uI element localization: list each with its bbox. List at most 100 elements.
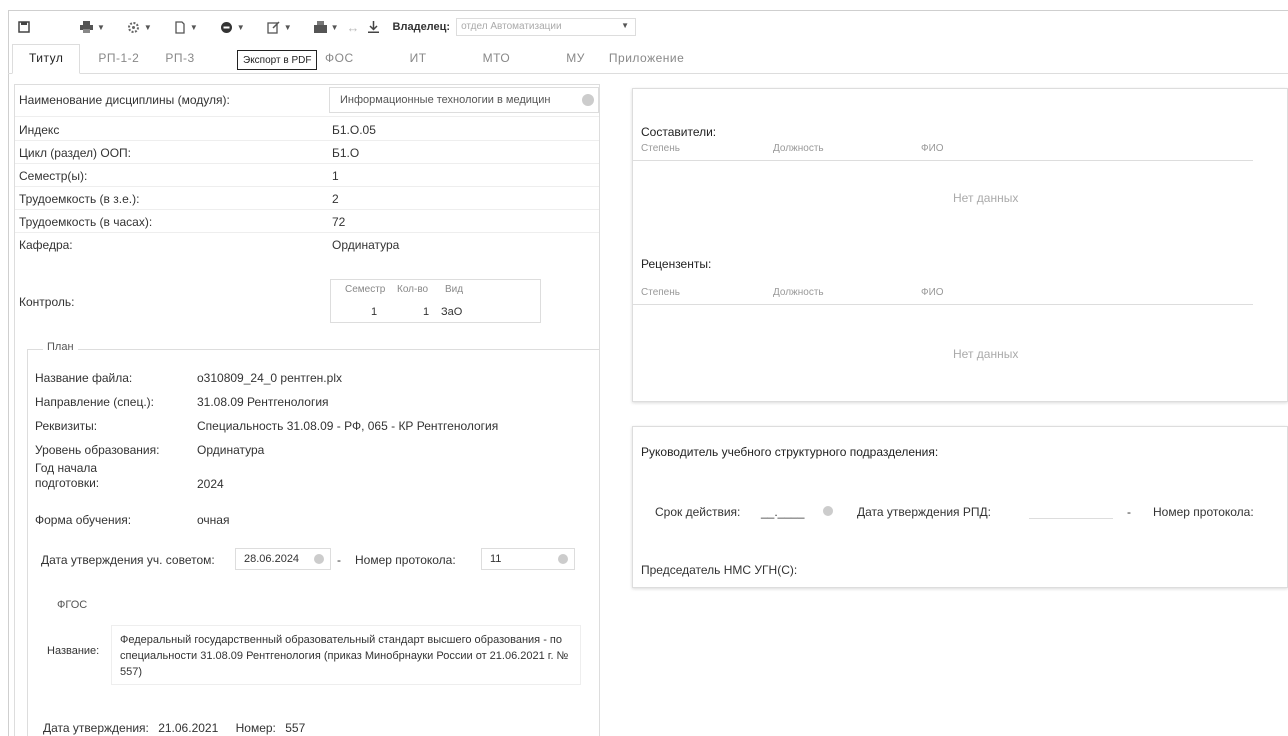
index-row: Индекс Б1.О.05: [15, 119, 599, 141]
tab-rp-1-2[interactable]: РП-1-2: [80, 43, 165, 73]
tab-it[interactable]: ИТ: [410, 43, 483, 73]
fgos-name-label: Название:: [47, 645, 100, 657]
reviewers-empty: Нет данных: [953, 347, 1019, 361]
chairman-label: Председатель НМС УГН(С):: [641, 563, 798, 577]
semester-label: Семестр(ы):: [19, 169, 88, 183]
plan-requisites-label: Реквизиты:: [35, 419, 98, 433]
discipline-name-value: Информационные технологии в медицин: [340, 94, 551, 106]
circle-menu-icon[interactable]: ▼: [216, 16, 249, 38]
settings-icon[interactable]: ▼: [123, 16, 156, 38]
authors-col-position: Должность: [773, 143, 824, 154]
plan-direction-label: Направление (спец.):: [35, 395, 155, 409]
fgos-number-value: 557: [285, 721, 306, 735]
validity-label: Срок действия:: [655, 505, 741, 519]
toolbar: ▼ ▼ ▼ ▼ ▼ ▼ ↔ Владелец: отдел Автоматиза…: [8, 10, 1288, 44]
arrows-icon[interactable]: ↔: [343, 16, 364, 38]
cycle-row: Цикл (раздел) ООП: Б1.О: [15, 142, 599, 164]
plan-year-label: Год начала подготовки:: [35, 461, 100, 490]
plan-level-label: Уровень образования:: [35, 443, 160, 457]
protocol-value: 11: [490, 553, 502, 565]
credits-row: Трудоемкость (в з.е.): 2: [15, 188, 599, 210]
tab-rp-3[interactable]: РП-3: [165, 43, 220, 73]
tab-mto[interactable]: МТО: [483, 43, 567, 73]
save-icon[interactable]: [14, 16, 34, 38]
credits-label: Трудоемкость (в з.е.):: [19, 192, 140, 206]
fgos-date-row: Дата утверждения: 21.06.2021 Номер: 557: [43, 721, 305, 735]
control-cell-type: ЗаО: [441, 306, 463, 318]
approval-date-value: 28.06.2024: [244, 553, 300, 565]
rpd-date-label: Дата утверждения РПД:: [857, 505, 991, 519]
plan-form-label: Форма обучения:: [35, 513, 132, 527]
dash-separator: -: [1127, 505, 1131, 519]
plan-legend: План: [43, 341, 78, 353]
hours-label: Трудоемкость (в часах):: [19, 215, 153, 229]
export-pdf-tooltip: Экспорт в PDF: [237, 50, 318, 70]
leader-protocol-label: Номер протокола:: [1153, 505, 1254, 519]
export-pdf-icon[interactable]: ▼: [170, 16, 202, 38]
approval-date-input[interactable]: 28.06.2024: [235, 548, 331, 570]
reviewers-col-degree: Степень: [641, 287, 680, 298]
fgos-number-label: Номер:: [235, 721, 276, 735]
department-row: Кафедра: Ординатура: [15, 234, 599, 256]
plan-requisites-value: Специальность 31.08.09 - РФ, 065 - КР Ре…: [197, 419, 499, 433]
clear-icon[interactable]: [558, 554, 568, 564]
rpd-date-input[interactable]: [1029, 499, 1113, 519]
fgos-name-field[interactable]: Федеральный государственный образователь…: [111, 625, 581, 685]
owner-value: отдел Автоматизации: [461, 21, 562, 32]
chevron-down-icon: ▼: [621, 21, 630, 30]
protocol-input[interactable]: 11: [481, 548, 575, 570]
tab-titul[interactable]: Титул: [12, 44, 81, 74]
leader-title: Руководитель учебного структурного подра…: [641, 445, 939, 459]
owner-label: Владелец:: [392, 21, 451, 33]
cycle-label: Цикл (раздел) ООП:: [19, 146, 131, 160]
tab-bar: Титул РП-1-2 РП-3 ие ФОС ИТ МТО МУ Прило…: [8, 44, 1288, 74]
discipline-name-field[interactable]: Информационные технологии в медицин: [329, 87, 599, 113]
validity-value[interactable]: __.____: [761, 505, 804, 519]
semester-value: 1: [332, 169, 339, 183]
index-value: Б1.О.05: [332, 123, 376, 137]
calendar-icon[interactable]: [823, 506, 833, 516]
discipline-name-row: Наименование дисциплины (модуля): Информ…: [15, 85, 599, 117]
control-header-count: Кол-во: [397, 284, 429, 295]
authors-empty: Нет данных: [953, 191, 1019, 205]
index-label: Индекс: [19, 123, 60, 137]
plan-form-value: очная: [197, 513, 230, 527]
reviewers-col-position: Должность: [773, 287, 824, 298]
authors-col-name: ФИО: [921, 143, 944, 154]
tab-prilozhenie[interactable]: Приложение: [609, 43, 700, 73]
download-icon[interactable]: [364, 16, 383, 38]
plan-file-label: Название файла:: [35, 371, 133, 385]
hours-value: 72: [332, 215, 346, 229]
control-cell-count: 1: [423, 306, 430, 318]
edit-icon[interactable]: ▼: [263, 16, 296, 38]
fgos-date-label: Дата утверждения:: [43, 721, 149, 735]
control-header-type: Вид: [445, 284, 464, 295]
discipline-name-label: Наименование дисциплины (модуля):: [19, 93, 230, 107]
authors-grid-header: Степень Должность ФИО: [633, 135, 1253, 161]
reviewers-title: Рецензенты:: [641, 257, 712, 271]
tab-fos[interactable]: ФОС: [325, 43, 410, 73]
print-icon[interactable]: ▼: [76, 16, 109, 38]
semester-row: Семестр(ы): 1: [15, 165, 599, 187]
owner-select[interactable]: отдел Автоматизации ▼: [456, 18, 637, 36]
calendar-icon[interactable]: [314, 554, 324, 564]
clear-icon[interactable]: [582, 94, 594, 106]
tab-mu[interactable]: МУ: [566, 43, 609, 73]
archive-icon[interactable]: ▼: [310, 16, 343, 38]
leader-panel: Руководитель учебного структурного подра…: [632, 426, 1288, 588]
department-label: Кафедра:: [19, 238, 73, 252]
authors-reviewers-panel: Составители: Степень Должность ФИО Нет д…: [632, 88, 1288, 402]
plan-year-value: 2024: [197, 477, 224, 491]
approval-date-label: Дата утверждения уч. советом:: [41, 553, 215, 567]
plan-direction-value: 31.08.09 Рентгенология: [197, 395, 329, 409]
reviewers-grid-header: Степень Должность ФИО: [633, 279, 1253, 305]
control-label: Контроль:: [19, 295, 75, 309]
control-table: Семестр Кол-во Вид 1 1 ЗаО: [330, 279, 541, 323]
control-cell-semester: 1: [371, 306, 378, 318]
discipline-panel: Наименование дисциплины (модуля): Информ…: [14, 84, 600, 736]
fgos-date-value: 21.06.2021: [158, 721, 219, 735]
hours-row: Трудоемкость (в часах): 72: [15, 211, 599, 233]
cycle-value: Б1.О: [332, 146, 360, 160]
reviewers-col-name: ФИО: [921, 287, 944, 298]
protocol-label: Номер протокола:: [355, 553, 456, 567]
